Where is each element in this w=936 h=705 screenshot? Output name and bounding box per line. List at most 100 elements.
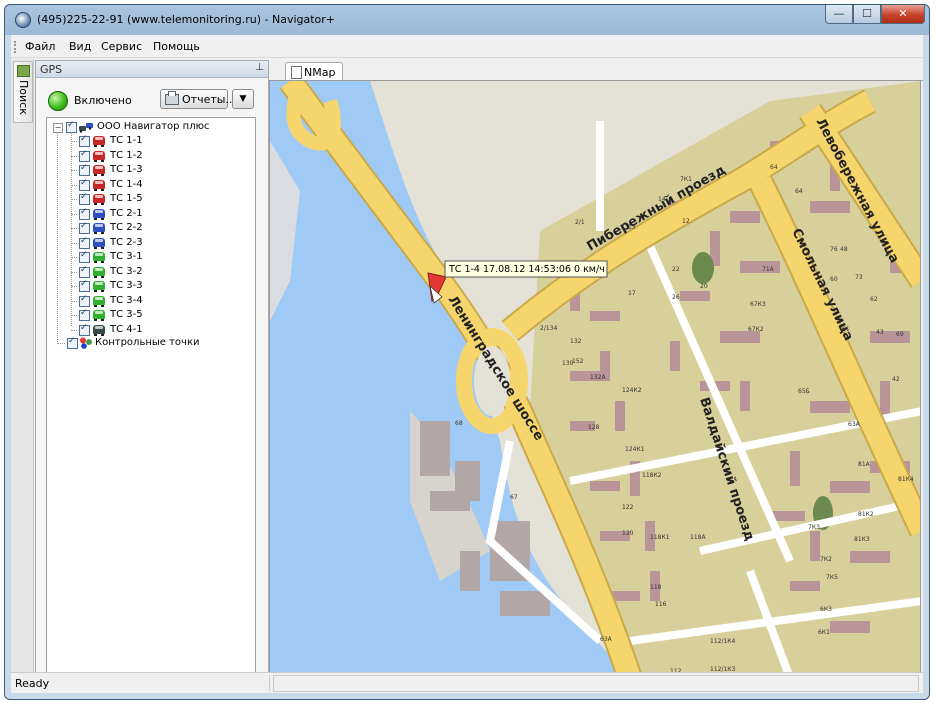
house-number: 68 (455, 420, 463, 427)
vehicle-label: ТС 1-1 (110, 135, 143, 146)
house-number: 6К1 (818, 629, 830, 636)
tree-connector (71, 286, 77, 287)
search-tab[interactable]: Поиск (13, 61, 33, 123)
tree-connector (71, 132, 72, 326)
vehicle-item[interactable]: ТС 3-1 (71, 250, 227, 265)
vehicle-label: ТС 1-3 (110, 164, 143, 175)
tree-connector (71, 228, 77, 229)
vehicle-item[interactable]: ТС 3-3 (71, 279, 227, 294)
vehicle-label: ТС 4-1 (110, 323, 143, 335)
close-button[interactable]: ✕ (881, 5, 925, 24)
vehicle-label: ТС 2-1 (110, 207, 143, 219)
vehicle-checkbox[interactable] (79, 178, 90, 191)
vehicle-checkbox[interactable] (79, 163, 90, 176)
house-number: 64 (770, 164, 778, 171)
car-icon (93, 266, 105, 278)
house-number: 20 (700, 283, 708, 290)
vehicle-checkbox[interactable] (79, 236, 90, 249)
vehicle-checkbox[interactable] (79, 192, 90, 205)
checkpoints-node[interactable]: Контрольные точки (57, 336, 245, 351)
house-number: 118К1 (650, 534, 670, 541)
vehicle-item[interactable]: ТС 3-2 (71, 265, 227, 280)
vehicle-item[interactable]: ТС 1-4 (71, 178, 227, 193)
house-number: 124К1 (625, 446, 645, 453)
vehicle-item[interactable]: ТС 1-1 (71, 134, 227, 149)
menu-view[interactable]: Вид (69, 40, 91, 53)
vehicle-item[interactable]: ТС 2-1 (71, 207, 227, 222)
vehicle-label: ТС 2-3 (110, 236, 143, 248)
app-icon (15, 12, 31, 28)
vehicle-checkbox[interactable] (79, 250, 90, 263)
client-area: Файл Вид Сервис Помощь Поиск GPS ⊥ Включ… (11, 35, 923, 693)
car-icon (93, 252, 105, 263)
house-number: 7К5 (826, 574, 838, 581)
vehicle-label: ТС 3-3 (110, 280, 143, 291)
vehicle-item[interactable]: ТС 4-1 (71, 323, 227, 338)
vehicle-item[interactable]: ТС 3-4 (71, 294, 227, 309)
vehicle-checkbox[interactable] (79, 294, 90, 307)
house-number: 132 (570, 338, 582, 345)
status-bar: Ready (11, 672, 923, 693)
title-bar[interactable]: (495)225-22-91 (www.telemonitoring.ru) -… (5, 5, 929, 35)
reports-button[interactable]: Отчеты... (160, 89, 236, 109)
menu-file[interactable]: Файл (25, 40, 55, 53)
vehicle-label: ТС 3-4 (110, 294, 143, 306)
vehicle-checkbox[interactable] (79, 207, 90, 220)
menu-service[interactable]: Сервис (101, 40, 142, 53)
car-icon (93, 223, 105, 234)
menu-grip-icon (14, 41, 18, 53)
house-number: 63А (848, 421, 861, 428)
house-number: 120 (622, 530, 634, 537)
car-icon (93, 165, 105, 176)
vehicle-checkbox[interactable] (79, 149, 90, 162)
status-field (273, 675, 919, 692)
maximize-button[interactable]: ☐ (853, 5, 881, 24)
house-number: 81К3 (854, 536, 870, 543)
vehicle-checkbox[interactable] (79, 308, 90, 321)
house-number: 22 (672, 266, 680, 273)
house-number: 42 (892, 376, 900, 383)
tab-nmap[interactable]: NMap (285, 62, 343, 81)
minimize-button[interactable]: — (825, 5, 853, 24)
status-divider (269, 675, 270, 691)
car-icon (93, 281, 105, 292)
vehicle-checkbox[interactable] (79, 265, 90, 278)
vehicle-item[interactable]: ТС 1-5 (71, 192, 227, 207)
collapse-icon[interactable]: − (53, 123, 63, 133)
house-number: 13 (628, 224, 636, 231)
vehicle-checkbox[interactable] (79, 279, 90, 292)
pin-icon[interactable]: ⊥ (255, 62, 264, 73)
car-icon (93, 324, 105, 336)
house-number: 2/1 (575, 219, 585, 226)
house-number: 7К2 (820, 556, 832, 563)
house-number: 130 (562, 360, 574, 367)
vehicle-item[interactable]: ТС 2-3 (71, 236, 227, 251)
vehicle-checkbox[interactable] (79, 221, 90, 234)
app-window: (495)225-22-91 (www.telemonitoring.ru) -… (4, 4, 930, 700)
vehicle-label: ТС 3-2 (110, 265, 143, 277)
vehicle-checkbox[interactable] (79, 323, 90, 336)
tree-connector (71, 329, 77, 331)
reports-button-label: Отчеты... (182, 93, 236, 106)
tree-connector (57, 343, 65, 344)
tree-connector (71, 315, 77, 316)
house-number: 116 (655, 601, 667, 608)
map-canvas[interactable]: Ленинградское шоссе Пибережный проезд Ва… (270, 81, 921, 677)
house-number: 81А (858, 461, 871, 468)
house-number: 7К1 (680, 176, 692, 183)
caption-buttons: — ☐ ✕ (825, 5, 925, 24)
tab-nmap-label: NMap (304, 66, 336, 79)
vehicle-item[interactable]: ТС 2-2 (71, 221, 227, 236)
vehicle-label: ТС 1-5 (110, 193, 143, 204)
vehicle-checkbox[interactable] (79, 134, 90, 147)
house-number: 17 (628, 290, 636, 297)
vehicle-item[interactable]: ТС 1-2 (71, 149, 227, 164)
vehicle-item[interactable]: ТС 3-5 (71, 308, 227, 323)
tree-root-node[interactable]: − ООО Навигатор плюс (53, 120, 243, 135)
map-view[interactable]: Ленинградское шоссе Пибережный проезд Ва… (269, 80, 921, 677)
vehicle-item[interactable]: ТС 1-3 (71, 163, 227, 178)
menu-help[interactable]: Помощь (153, 40, 200, 53)
checkpoints-checkbox[interactable] (67, 336, 78, 349)
house-number: 128 (588, 424, 600, 431)
reports-dropdown-button[interactable]: ▼ (232, 89, 254, 109)
